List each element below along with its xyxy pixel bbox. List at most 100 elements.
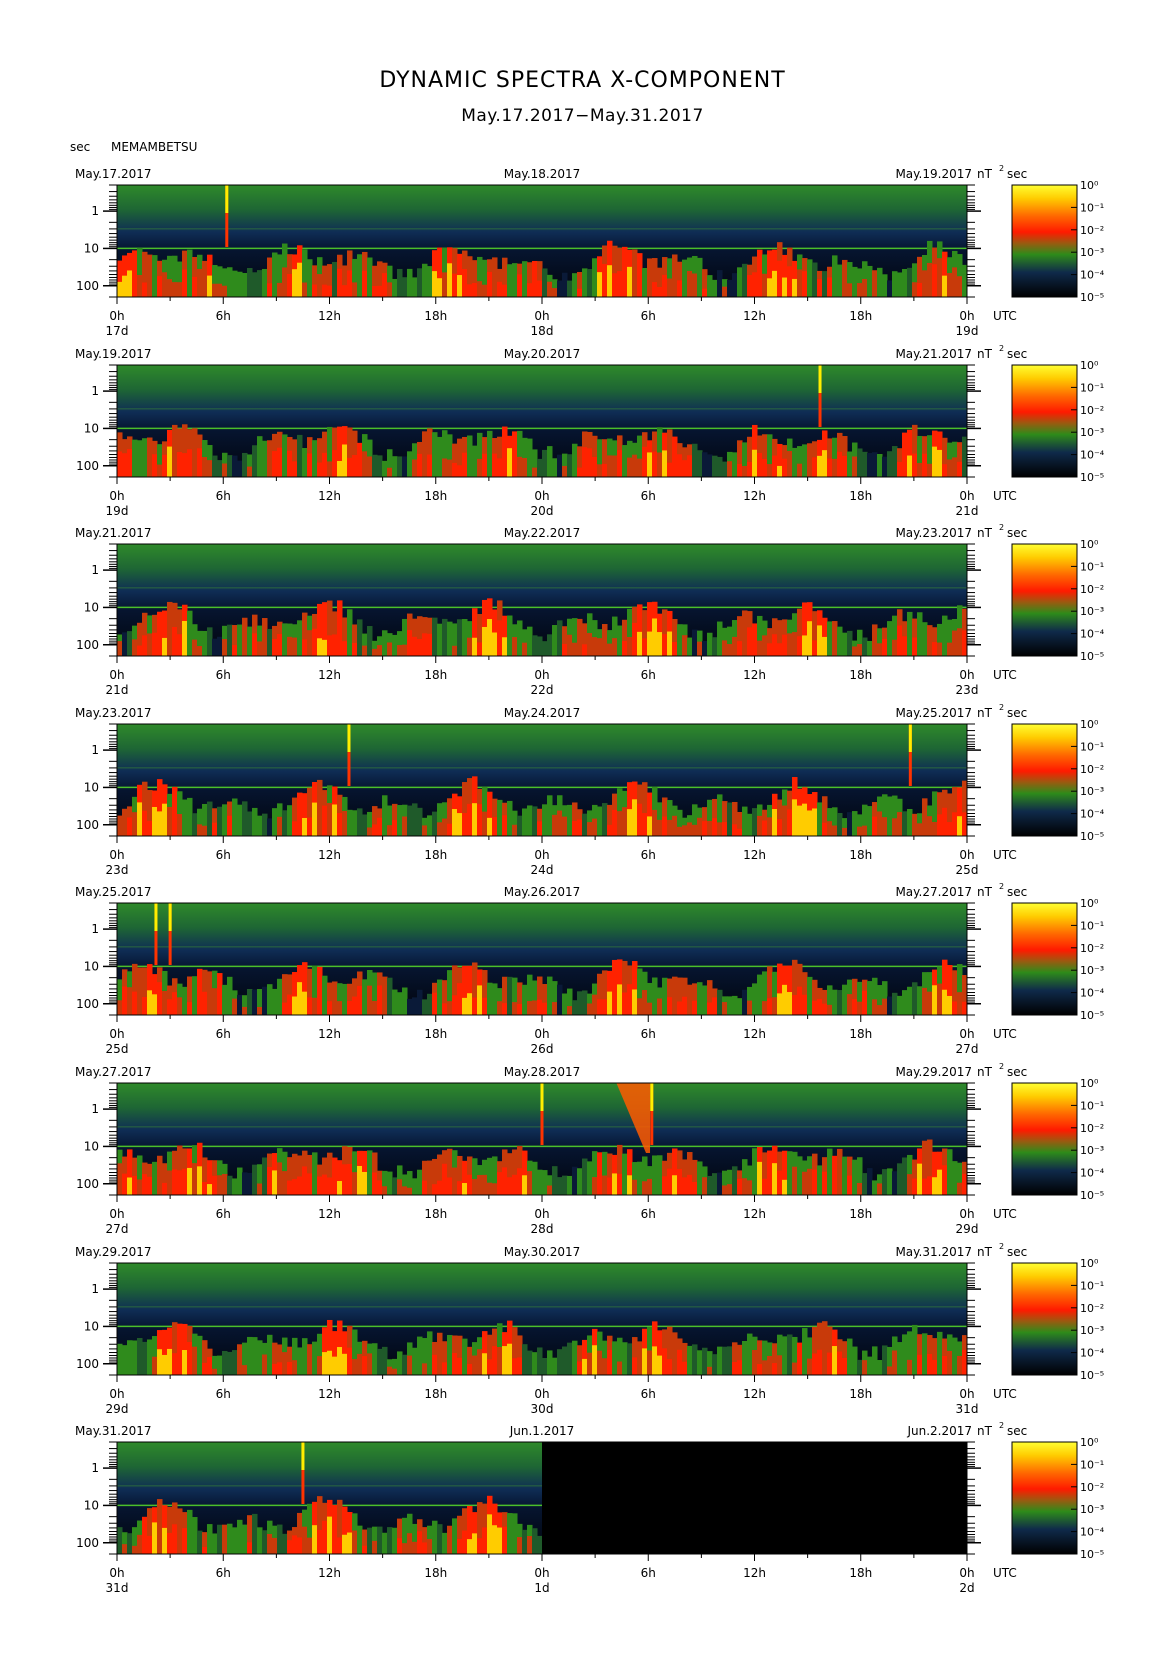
spectral-cell — [767, 1355, 773, 1375]
spectral-cell — [722, 1185, 728, 1195]
spectral-cell — [332, 1532, 338, 1554]
spectral-cell — [862, 451, 868, 477]
spectral-cell — [222, 1350, 228, 1375]
spectral-cell — [532, 1528, 538, 1554]
spectral-cell — [782, 458, 788, 477]
spectral-cell — [347, 1532, 353, 1554]
spectral-cell — [592, 456, 598, 477]
spectral-cell — [362, 1545, 368, 1554]
x-tick-label: 0h — [534, 1207, 549, 1221]
x-tick-label: 0h — [534, 1566, 549, 1580]
spectral-cell — [577, 633, 583, 656]
date-label: May.19.2017 — [895, 167, 972, 181]
spectral-cell — [487, 271, 493, 297]
spectral-cell — [497, 1527, 503, 1554]
spectral-cell — [352, 810, 358, 836]
spectral-cell — [512, 1358, 518, 1375]
day-label: 23d — [106, 863, 129, 877]
spectral-cell — [822, 1171, 828, 1195]
spectral-cell — [197, 824, 203, 836]
spectral-cell — [407, 630, 413, 656]
x-tick-label: 0h — [534, 848, 549, 862]
spectral-cell — [432, 1354, 438, 1375]
spectral-cell — [667, 278, 673, 297]
spectral-cell — [527, 283, 533, 297]
spectral-cell — [647, 452, 653, 477]
spectral-cell — [397, 456, 403, 477]
colorbar-tick-label: 10⁻⁴ — [1080, 1347, 1105, 1360]
spectral-cell — [237, 1365, 243, 1375]
spectral-cell — [767, 1176, 773, 1195]
spectral-cell — [652, 618, 658, 656]
x-tick-label: 18h — [424, 489, 447, 503]
spectral-cell — [317, 274, 323, 297]
spectral-cell — [142, 997, 148, 1015]
spectral-cell — [672, 269, 678, 297]
spectral-cell — [787, 633, 793, 656]
spectral-cell — [322, 975, 328, 1015]
colorbar — [1011, 723, 1078, 837]
spectral-cell — [247, 626, 253, 656]
spectral-cell — [422, 1363, 428, 1375]
spectral-cell — [957, 992, 963, 1015]
spectral-cell — [507, 1513, 513, 1554]
spectral-cell — [357, 457, 363, 477]
spectral-cell — [162, 637, 168, 656]
spectral-cell — [162, 272, 168, 297]
spectral-cell — [267, 283, 273, 297]
spectral-cell — [292, 821, 298, 836]
spectral-cell — [447, 621, 453, 656]
spectral-cell — [247, 811, 253, 836]
colorbar-tick-label: 10⁻³ — [1080, 785, 1104, 798]
spectral-cell — [932, 446, 938, 477]
spectral-cell — [147, 1535, 153, 1554]
colorbar-unit-exp: 2 — [999, 1062, 1004, 1071]
x-tick-label: 18h — [849, 1027, 872, 1041]
spectral-cell — [457, 983, 463, 1015]
spectral-cell — [547, 976, 553, 1015]
spectral-cell — [342, 1164, 348, 1195]
spectral-cell — [832, 1346, 838, 1375]
spectral-cell — [667, 1168, 673, 1195]
spectral-cell — [692, 629, 698, 656]
spectral-cell — [902, 1334, 908, 1375]
spectral-cell — [132, 812, 138, 836]
spectral-cell — [512, 263, 518, 297]
spectral-cell — [342, 1353, 348, 1375]
spectral-cell — [827, 277, 833, 297]
spectral-cell — [272, 252, 278, 297]
spectral-cell — [907, 808, 913, 836]
spectral-cell — [472, 282, 478, 297]
spectral-cell — [907, 1174, 913, 1195]
spectral-cell — [817, 1165, 823, 1195]
spectral-cell — [232, 1350, 238, 1375]
spectral-cell — [267, 463, 273, 477]
spectral-cell — [162, 1354, 168, 1375]
spectral-cell — [952, 1337, 958, 1375]
spectral-cell — [852, 456, 858, 477]
spectral-cell — [792, 1166, 798, 1195]
colorbar-unit-suffix: sec — [1007, 706, 1027, 720]
day-label: 19d — [956, 324, 979, 338]
spectral-cell — [747, 813, 753, 836]
spectral-cell — [282, 1352, 288, 1375]
spectral-cell — [602, 803, 608, 836]
spectral-cell — [757, 1364, 763, 1375]
colorbar-tick-label: 10⁻⁴ — [1080, 269, 1105, 282]
spectral-cell — [447, 1001, 453, 1015]
spectral-cell — [257, 436, 263, 477]
x-tick-label: 12h — [318, 668, 341, 682]
x-tick-label: 6h — [216, 489, 231, 503]
spectral-cell — [242, 273, 248, 297]
spectral-cell — [542, 449, 548, 477]
spectral-cell — [192, 813, 198, 836]
spectral-cell — [697, 1161, 703, 1195]
spectral-cell — [567, 280, 573, 297]
spectral-cell — [642, 1348, 648, 1375]
spectral-cell — [537, 280, 543, 297]
spectral-cell — [352, 1172, 358, 1195]
spectral-cell — [367, 1353, 373, 1375]
date-label: May.24.2017 — [504, 706, 581, 720]
spectral-cell — [442, 618, 448, 656]
spectral-cell — [572, 1000, 578, 1015]
